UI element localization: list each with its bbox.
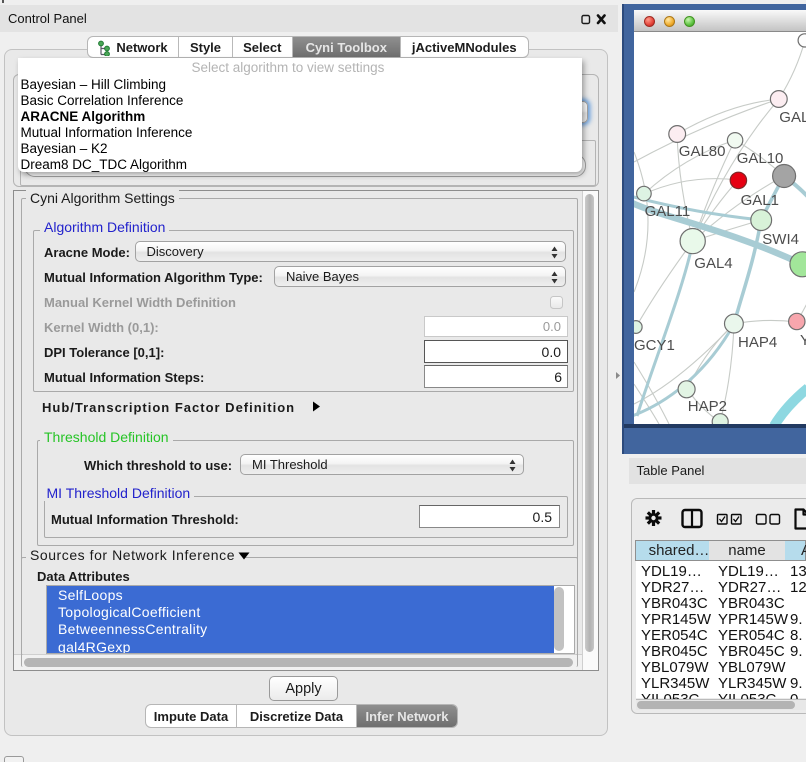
svg-text:GAL1: GAL1 (741, 192, 779, 209)
svg-text:GAL10: GAL10 (737, 150, 784, 167)
svg-text:HAP4: HAP4 (738, 334, 777, 351)
svg-text:GAL4: GAL4 (694, 255, 732, 272)
svg-text:GAL: GAL (779, 109, 806, 126)
svg-text:HAP2: HAP2 (688, 398, 727, 415)
svg-text:Y: Y (800, 332, 806, 349)
svg-text:SWI4: SWI4 (762, 231, 799, 248)
svg-text:GAL80: GAL80 (679, 143, 726, 160)
svg-text:GAL11: GAL11 (645, 203, 691, 220)
svg-text:GCY1: GCY1 (634, 337, 675, 354)
